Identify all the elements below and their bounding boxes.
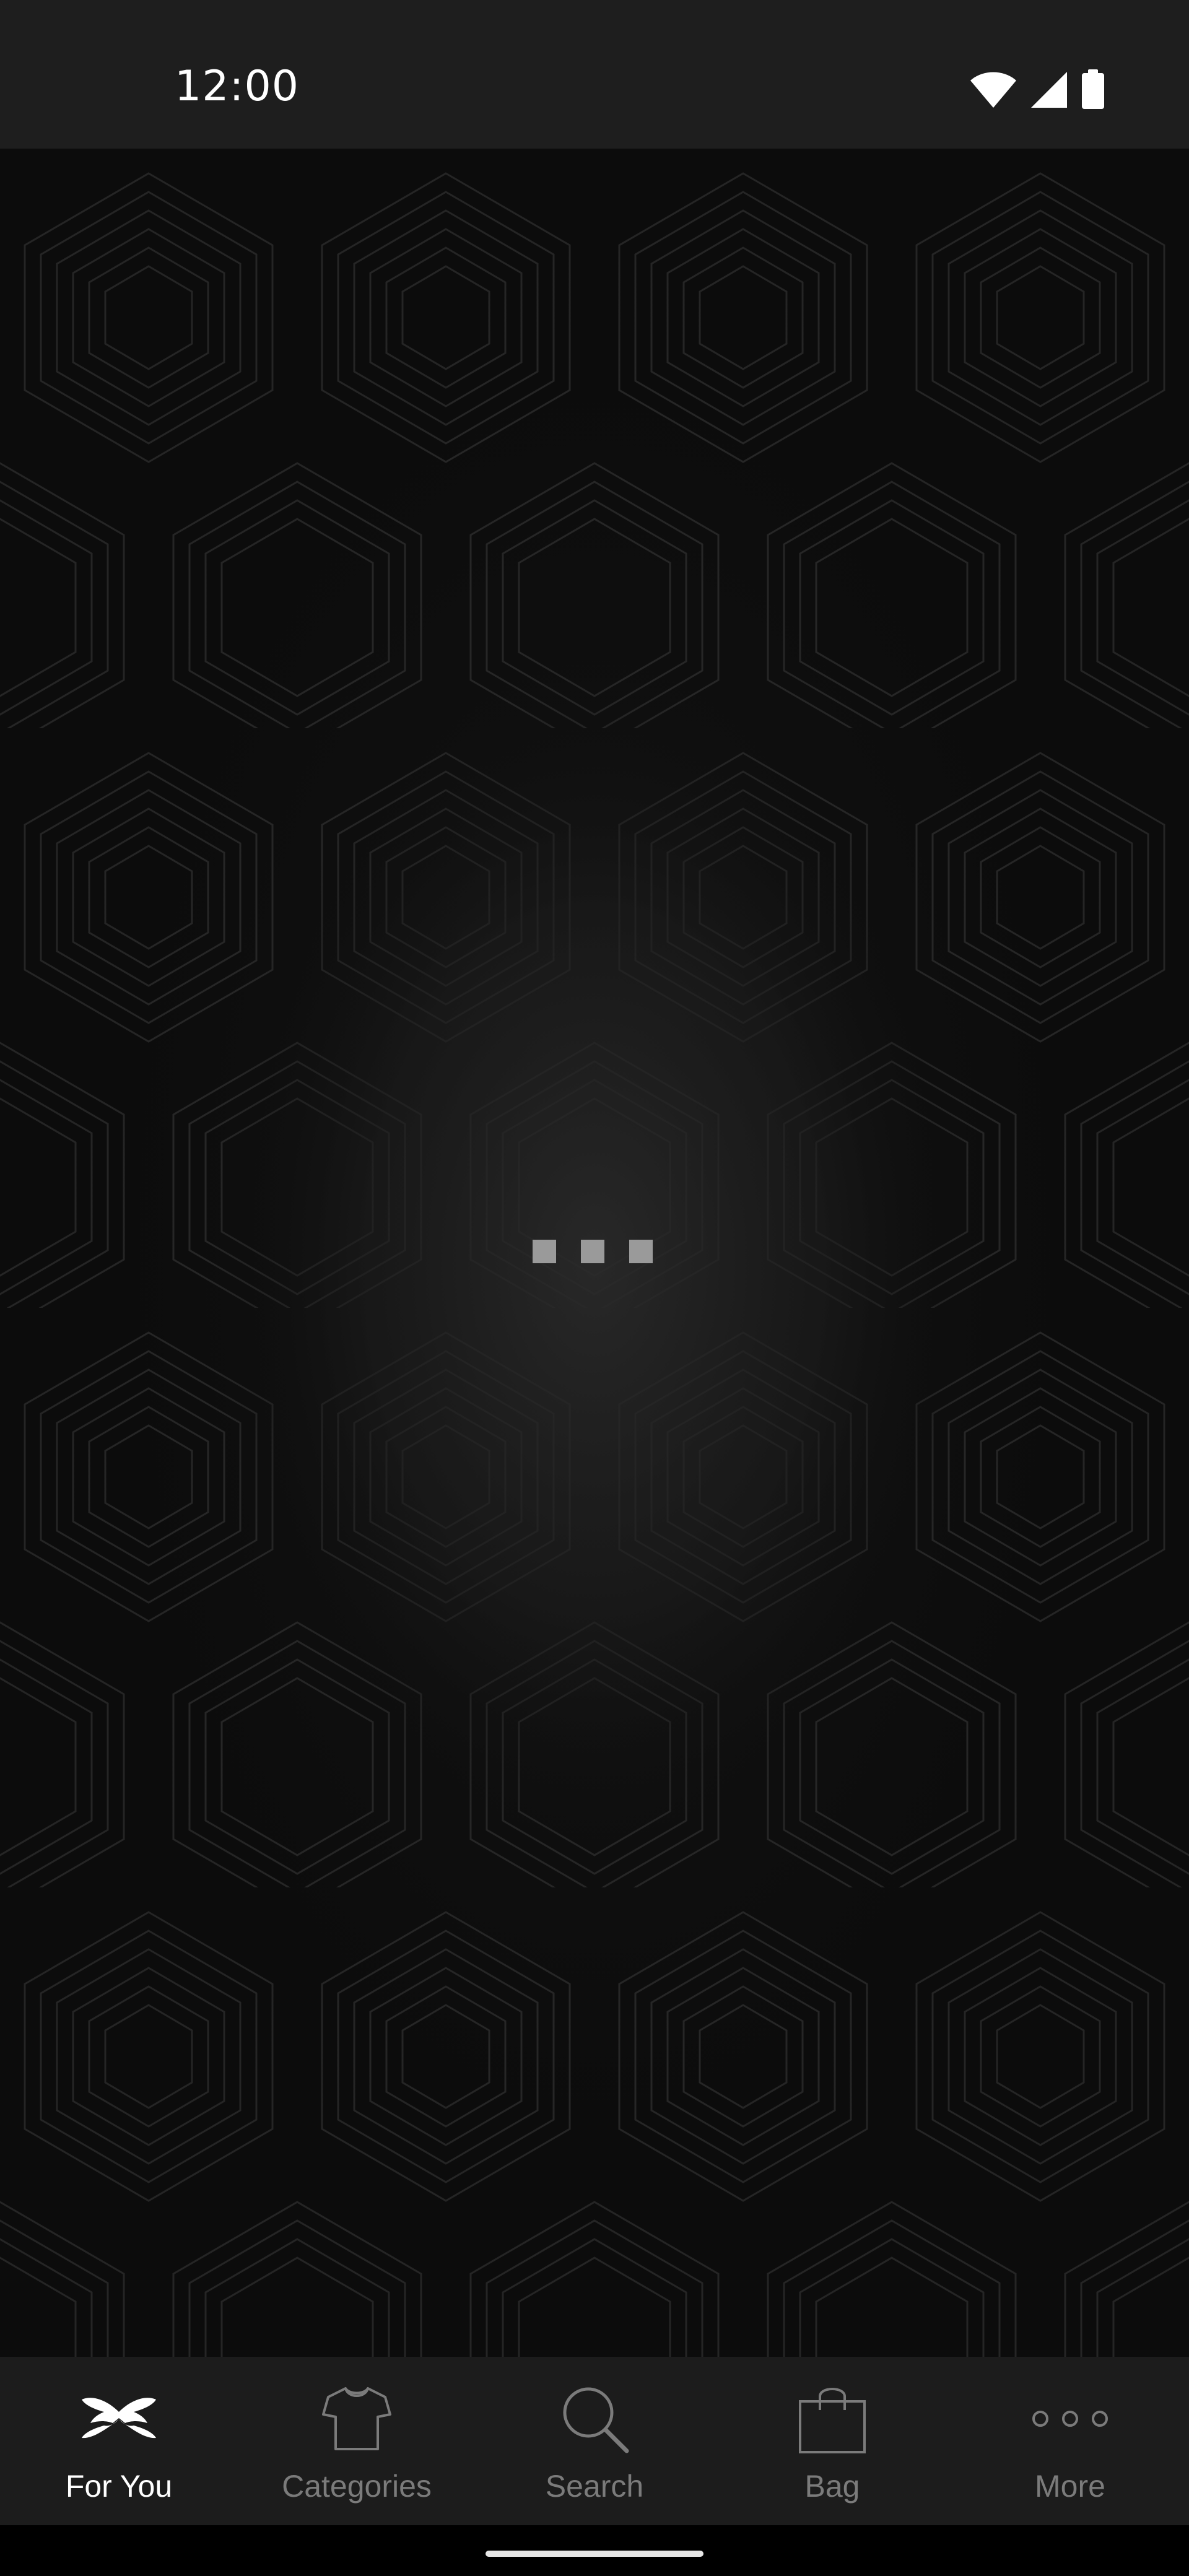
status-bar: 12:00 bbox=[0, 0, 1189, 149]
status-time: 12:00 bbox=[175, 62, 299, 111]
under-armour-logo-icon bbox=[79, 2382, 159, 2456]
status-icons bbox=[969, 68, 1105, 111]
nav-label: Categories bbox=[282, 2469, 432, 2504]
nav-label: Bag bbox=[804, 2469, 860, 2504]
nav-item-for-you[interactable]: For You bbox=[0, 2357, 238, 2525]
nav-item-more[interactable]: More bbox=[951, 2357, 1189, 2525]
shirt-icon bbox=[316, 2382, 397, 2456]
battery-icon bbox=[1082, 69, 1104, 109]
nav-item-bag[interactable]: Bag bbox=[713, 2357, 951, 2525]
signal-icon bbox=[1031, 72, 1067, 108]
nav-item-categories[interactable]: Categories bbox=[238, 2357, 476, 2525]
gesture-navigation-area bbox=[0, 2525, 1189, 2576]
gesture-handle[interactable] bbox=[486, 2551, 703, 2557]
loading-dot bbox=[581, 1240, 604, 1263]
nav-item-search[interactable]: Search bbox=[476, 2357, 713, 2525]
loading-dot bbox=[533, 1240, 556, 1263]
loading-indicator bbox=[533, 1240, 653, 1263]
loading-dot bbox=[629, 1240, 653, 1263]
more-dots-icon bbox=[1030, 2382, 1110, 2456]
bag-icon bbox=[792, 2382, 873, 2456]
search-icon bbox=[554, 2382, 635, 2456]
bottom-navigation-bar: For You Categories Search Bag More bbox=[0, 2357, 1189, 2525]
nav-label: Search bbox=[545, 2469, 644, 2504]
app-screen: 12:00 For You Categories Search Bag More bbox=[0, 0, 1189, 2576]
nav-label: More bbox=[1035, 2469, 1105, 2504]
wifi-icon bbox=[970, 72, 1016, 108]
loading-content-area bbox=[0, 149, 1189, 2357]
nav-label: For You bbox=[65, 2469, 173, 2504]
